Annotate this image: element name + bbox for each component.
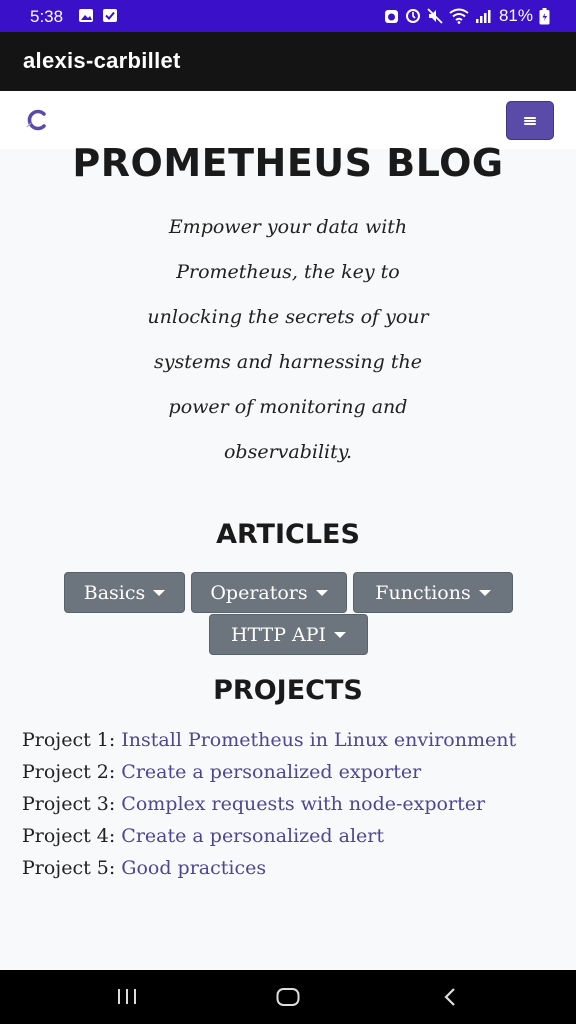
checkbox-icon — [103, 9, 117, 22]
home-icon[interactable] — [275, 985, 301, 1009]
list-item: Project 2: Create a personalized exporte… — [22, 759, 552, 786]
list-item: Project 4: Create a personalized alert — [22, 823, 552, 850]
dropdown-label: HTTP API — [230, 623, 327, 646]
signal-icon — [475, 10, 491, 23]
caret-down-icon — [334, 631, 347, 638]
project-link[interactable]: Create a personalized exporter — [121, 761, 421, 783]
hamburger-icon — [524, 116, 536, 125]
project-link[interactable]: Complex requests with node-exporter — [121, 793, 485, 815]
app-bar: alexis-carbillet — [0, 32, 576, 91]
project-prefix: Project 1: — [22, 729, 122, 751]
battery-icon — [539, 7, 550, 24]
project-prefix: Project 3: — [22, 793, 122, 815]
back-icon[interactable] — [440, 985, 460, 1009]
mute-icon — [427, 8, 443, 24]
wifi-icon — [449, 8, 469, 24]
project-link[interactable]: Install Prometheus in Linux environment — [121, 729, 516, 751]
caret-down-icon — [315, 589, 328, 596]
project-prefix: Project 5: — [22, 857, 122, 879]
status-bar: 5:38 81% — [0, 0, 576, 32]
dropdown-label: Operators — [210, 581, 308, 604]
project-link[interactable]: Create a personalized alert — [121, 825, 384, 847]
app-title: alexis-carbillet — [23, 48, 181, 73]
dropdown-label: Basics — [83, 581, 146, 604]
list-item: Project 1: Install Prometheus in Linux e… — [22, 727, 552, 754]
battery-percent: 81% — [498, 6, 533, 25]
project-prefix: Project 4: — [22, 825, 122, 847]
project-prefix: Project 2: — [22, 761, 122, 783]
projects-list: Project 1: Install Prometheus in Linux e… — [22, 727, 552, 887]
projects-heading: PROJECTS — [213, 675, 363, 706]
status-time: 5:38 — [30, 7, 64, 26]
list-item: Project 5: Good practices — [22, 855, 552, 882]
gallery-icon — [79, 9, 93, 22]
caret-down-icon — [153, 589, 166, 596]
project-link[interactable]: Good practices — [121, 857, 266, 879]
dropdown-label: Functions — [375, 581, 471, 604]
mute-icon — [405, 9, 420, 23]
operators-dropdown-button[interactable]: Operators — [191, 572, 347, 613]
http-api-dropdown-button[interactable]: HTTP API — [209, 614, 368, 655]
alarm-icon — [384, 10, 398, 23]
page-title: PROMETHEUS BLOG — [72, 141, 504, 185]
site-logo-icon[interactable] — [22, 106, 52, 134]
tagline: Empower your data with Prometheus, the k… — [147, 216, 429, 463]
recent-apps-icon[interactable] — [115, 985, 139, 1009]
articles-heading: ARTICLES — [216, 519, 360, 550]
functions-dropdown-button[interactable]: Functions — [353, 572, 513, 613]
menu-toggle-button[interactable] — [506, 101, 554, 140]
basics-dropdown-button[interactable]: Basics — [64, 572, 185, 613]
caret-down-icon — [478, 589, 491, 596]
list-item: Project 3: Complex requests with node-ex… — [22, 791, 552, 818]
